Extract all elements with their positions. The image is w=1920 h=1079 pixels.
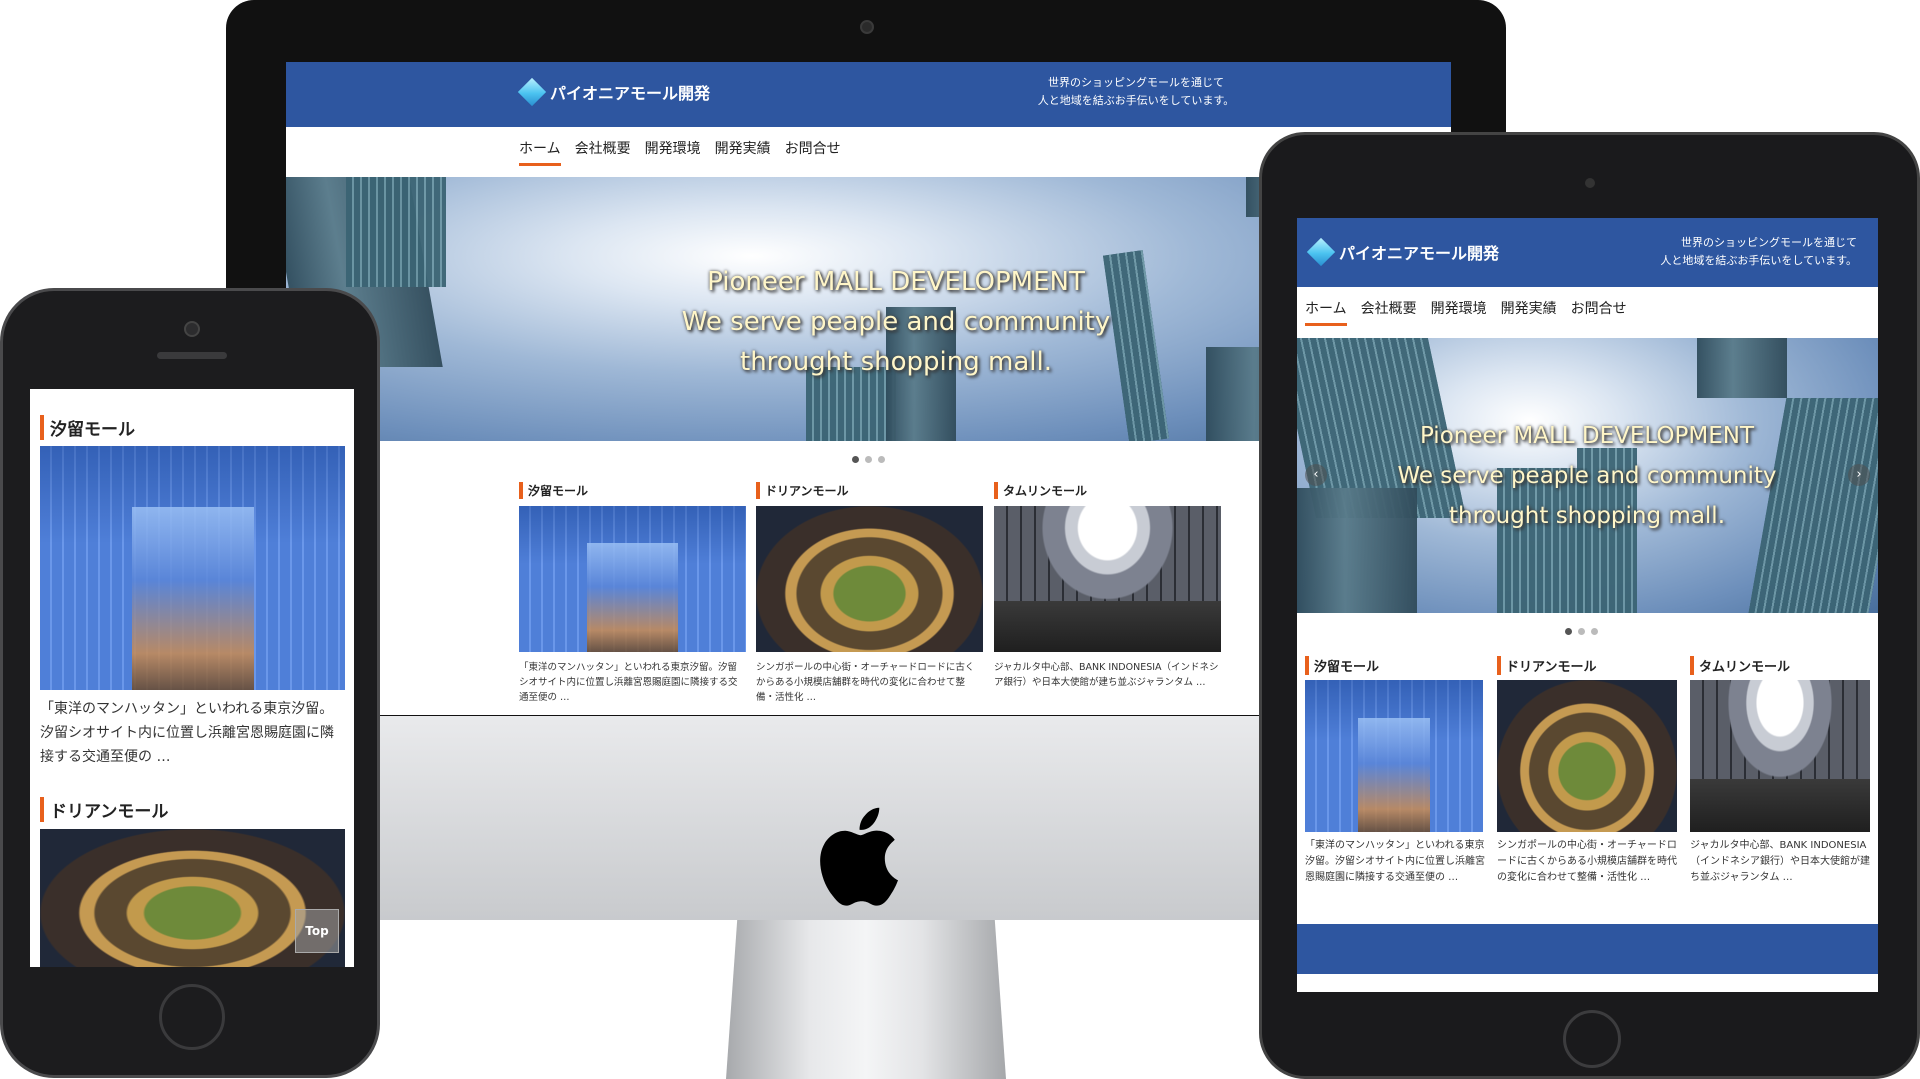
card-title-durian[interactable]: ドリアンモール [1497, 656, 1596, 675]
card-desc-shiodome: 「東洋のマンハッタン」といわれる東京汐留。汐留シオサイト内に位置し浜離宮恩賜庭園… [1305, 840, 1485, 883]
nav-home[interactable]: ホーム [519, 138, 561, 166]
card-title-thamrin[interactable]: タムリンモール [994, 482, 1087, 499]
card-title-shiodome[interactable]: 汐留モール [1305, 656, 1379, 675]
main-nav: ホーム 会社概要 開発環境 開発実績 お問合せ [1305, 298, 1627, 326]
nav-environment[interactable]: 開発環境 [1431, 298, 1487, 326]
shiodome-mall-photo[interactable] [1305, 680, 1483, 832]
next-slide-icon[interactable]: › [1848, 464, 1870, 486]
card-desc-shiodome: 「東洋のマンハッタン」といわれる東京汐留。汐留シオサイト内に位置し浜離宮恩賜庭園… [519, 662, 738, 703]
card-desc-thamrin: ジャカルタ中心部、BANK INDONESIA（インドネシア銀行）や日本大使館が… [1690, 840, 1870, 883]
site-footer [1297, 924, 1878, 974]
thamrin-mall-photo[interactable] [1690, 680, 1870, 832]
camera-icon [1585, 178, 1595, 188]
ipad-website: パイオニアモール開発 世界のショッピングモールを通じて 人と地域を結ぶお手伝いを… [1297, 218, 1878, 992]
tagline: 世界のショッピングモールを通じて 人と地域を結ぶお手伝いをしています。 [1660, 236, 1857, 267]
card-desc-durian: シンガポールの中心街・オーチャードロードに古くからある小規模店舗群を時代の変化に… [1497, 840, 1677, 883]
shiodome-mall-photo[interactable] [519, 506, 746, 652]
site-logo[interactable]: パイオニアモール開発 [1306, 237, 1500, 267]
slider-dot-1[interactable] [1565, 628, 1572, 635]
nav-contact[interactable]: お問合せ [785, 138, 841, 166]
site-header: パイオニアモール開発 世界のショッピングモールを通じて 人と地域を結ぶお手伝いを… [286, 62, 1451, 127]
card-desc-thamrin: ジャカルタ中心部、BANK INDONESIA（インドネシア銀行）や日本大使館が… [994, 662, 1219, 688]
prev-slide-icon[interactable]: ‹ [1305, 464, 1327, 486]
card-desc-durian: シンガポールの中心街・オーチャードロードに古くからある小規模店舗群を時代の変化に… [756, 662, 975, 703]
durian-mall-photo[interactable] [1497, 680, 1677, 832]
nav-works[interactable]: 開発実績 [715, 138, 771, 166]
card-title-durian[interactable]: ドリアンモール [40, 797, 168, 822]
logo-text: パイオニアモール開発 [1339, 244, 1500, 263]
apple-logo-icon [820, 807, 898, 906]
iphone-website: 汐留モール 「東洋のマンハッタン」といわれる東京汐留。汐留シオサイト内に位置し浜… [30, 389, 354, 967]
home-button-icon [159, 984, 225, 1050]
camera-icon [860, 20, 874, 34]
card-title-thamrin[interactable]: タムリンモール [1690, 656, 1790, 675]
back-to-top-button[interactable]: Top [295, 909, 339, 953]
slider-dot-2[interactable] [1578, 628, 1585, 635]
home-button-icon [1563, 1010, 1621, 1068]
site-logo[interactable]: パイオニアモール開発 [517, 77, 711, 107]
card-desc-shiodome: 「東洋のマンハッタン」といわれる東京汐留。汐留シオサイト内に位置し浜離宮恩賜庭園… [40, 701, 334, 765]
slider-dot-2[interactable] [865, 456, 872, 463]
nav-home[interactable]: ホーム [1305, 298, 1347, 326]
diamond-logo-icon [1306, 237, 1336, 267]
nav-contact[interactable]: お問合せ [1571, 298, 1627, 326]
slider-dots [852, 456, 885, 463]
card-title-shiodome[interactable]: 汐留モール [519, 482, 588, 499]
hero-caption: Pioneer MALL DEVELOPMENT We serve peaple… [681, 267, 1111, 377]
site-header: パイオニアモール開発 世界のショッピングモールを通じて 人と地域を結ぶお手伝いを… [1297, 218, 1878, 287]
speaker-grille [157, 352, 227, 359]
nav-company[interactable]: 会社概要 [1361, 298, 1417, 326]
main-nav: ホーム 会社概要 開発環境 開発実績 お問合せ [519, 138, 841, 166]
nav-company[interactable]: 会社概要 [575, 138, 631, 166]
slider-dot-3[interactable] [878, 456, 885, 463]
thamrin-mall-photo[interactable] [994, 506, 1221, 652]
slider-dot-1[interactable] [852, 456, 859, 463]
card-title-durian[interactable]: ドリアンモール [756, 482, 849, 499]
tagline: 世界のショッピングモールを通じて 人と地域を結ぶお手伝いをしています。 [1037, 76, 1235, 107]
nav-environment[interactable]: 開発環境 [645, 138, 701, 166]
diamond-logo-icon [517, 77, 547, 107]
hero-caption: Pioneer MALL DEVELOPMENT We serve peaple… [1397, 423, 1777, 529]
durian-mall-photo[interactable] [756, 506, 983, 652]
slider-dot-3[interactable] [1591, 628, 1598, 635]
hero-slider[interactable]: Pioneer MALL DEVELOPMENT We serve peaple… [1297, 338, 1878, 613]
logo-text: パイオニアモール開発 [550, 84, 711, 103]
camera-icon [184, 321, 200, 337]
nav-works[interactable]: 開発実績 [1501, 298, 1557, 326]
imac-stand [726, 920, 1006, 1079]
slider-dots [1565, 628, 1598, 635]
shiodome-mall-photo[interactable] [40, 446, 345, 690]
card-title-shiodome[interactable]: 汐留モール [40, 415, 135, 440]
